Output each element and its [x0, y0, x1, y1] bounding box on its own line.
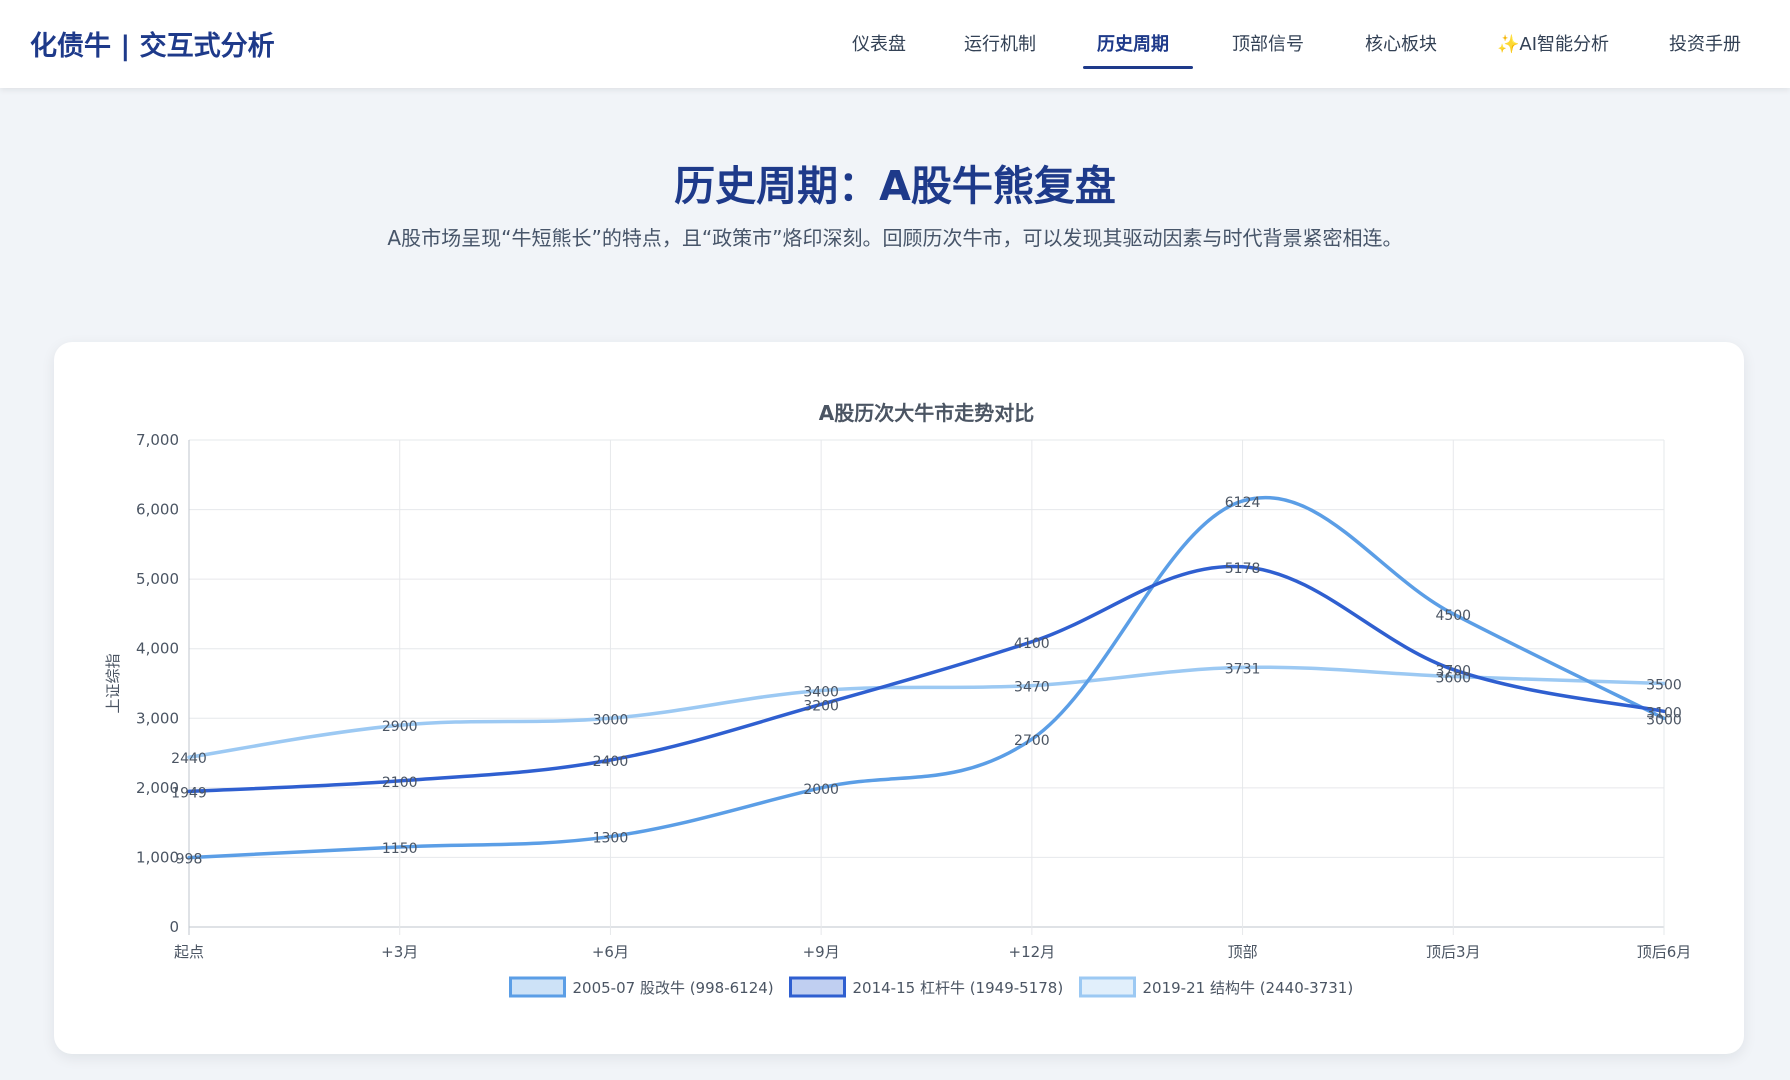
data-label: 1949 — [171, 785, 207, 801]
data-label: 2100 — [382, 775, 418, 791]
data-label: 3100 — [1646, 705, 1682, 721]
nav-item-top-signals[interactable]: 顶部信号 — [1232, 30, 1304, 70]
page-title: 历史周期：A股牛熊复盘 — [674, 162, 1116, 210]
x-tick-label: +9月 — [803, 943, 840, 961]
y-tick-label: 1,000 — [136, 848, 179, 866]
nav-item-mechanism[interactable]: 运行机制 — [964, 30, 1036, 70]
y-axis-label: 上证综指 — [104, 653, 122, 713]
nav-item-history[interactable]: 历史周期 — [1097, 30, 1169, 70]
data-label: 998 — [176, 852, 203, 868]
data-label: 6124 — [1225, 495, 1261, 511]
data-label: 5178 — [1225, 561, 1261, 577]
y-tick-label: 0 — [169, 918, 179, 936]
chart-card: A股历次大牛市走势对比 上证综指 0 1,000 2,000 3,000 4,000 5,00… — [54, 342, 1744, 1054]
y-tick-label: 5,000 — [136, 570, 179, 588]
data-label: 4500 — [1435, 608, 1471, 624]
data-label: 3200 — [803, 698, 839, 714]
x-tick-label: 顶后6月 — [1637, 943, 1692, 961]
line-chart: A股历次大牛市走势对比上证综指01,0002,0003,0004,0005,00… — [104, 401, 1692, 998]
data-label: 3400 — [803, 684, 839, 700]
nav-item-handbook[interactable]: 投资手册 — [1669, 30, 1741, 70]
data-label: 3500 — [1646, 678, 1682, 694]
x-tick-label: +3月 — [381, 943, 418, 961]
x-tick-label: +6月 — [592, 943, 629, 961]
nav-item-dashboard[interactable]: 仪表盘 — [852, 30, 906, 70]
x-tick-label: 起点 — [174, 943, 204, 961]
y-tick-label: 6,000 — [136, 501, 179, 519]
y-tick-label: 4,000 — [136, 640, 179, 658]
legend-swatch — [789, 976, 846, 998]
nav-item-ai-analysis[interactable]: ✨AI智能分析 — [1497, 30, 1609, 70]
brand-title[interactable]: 化债牛 | 交互式分析 — [30, 24, 275, 63]
legend-label: 2014-15 杠杆牛 (1949-5178) — [853, 979, 1064, 997]
data-label: 1300 — [593, 831, 629, 847]
data-label: 1150 — [382, 841, 418, 857]
top-navbar: 化债牛 | 交互式分析 仪表盘 运行机制 历史周期 顶部信号 核心板块 ✨AI智… — [0, 0, 1790, 88]
data-label: 2400 — [593, 754, 629, 770]
x-tick-label: +12月 — [1009, 943, 1056, 961]
data-label: 3731 — [1225, 661, 1261, 677]
data-label: 3470 — [1014, 680, 1050, 696]
nav-item-sectors[interactable]: 核心板块 — [1365, 30, 1437, 70]
data-label: 3000 — [593, 712, 629, 728]
data-label: 2000 — [803, 782, 839, 798]
x-tick-label: 顶后3月 — [1426, 943, 1481, 961]
y-tick-label: 3,000 — [136, 709, 179, 727]
data-label: 4100 — [1014, 636, 1050, 652]
data-label: 2700 — [1014, 733, 1050, 749]
page-subtitle: A股市场呈现“牛短熊长”的特点，且“政策市”烙印深刻。回顾历次牛市，可以发现其驱… — [387, 226, 1403, 250]
legend-label: 2005-07 股改牛 (998-6124) — [573, 979, 774, 997]
active-tab-indicator — [1083, 66, 1193, 69]
legend-label: 2019-21 结构牛 (2440-3731) — [1143, 979, 1354, 997]
data-label: 3600 — [1435, 671, 1471, 687]
x-tick-label: 顶部 — [1228, 943, 1258, 961]
legend-swatch — [509, 976, 566, 998]
data-label: 2900 — [382, 719, 418, 735]
y-tick-label: 7,000 — [136, 431, 179, 449]
data-label: 2440 — [171, 751, 207, 767]
legend-swatch — [1079, 976, 1136, 998]
chart-title: A股历次大牛市走势对比 — [819, 401, 1034, 425]
